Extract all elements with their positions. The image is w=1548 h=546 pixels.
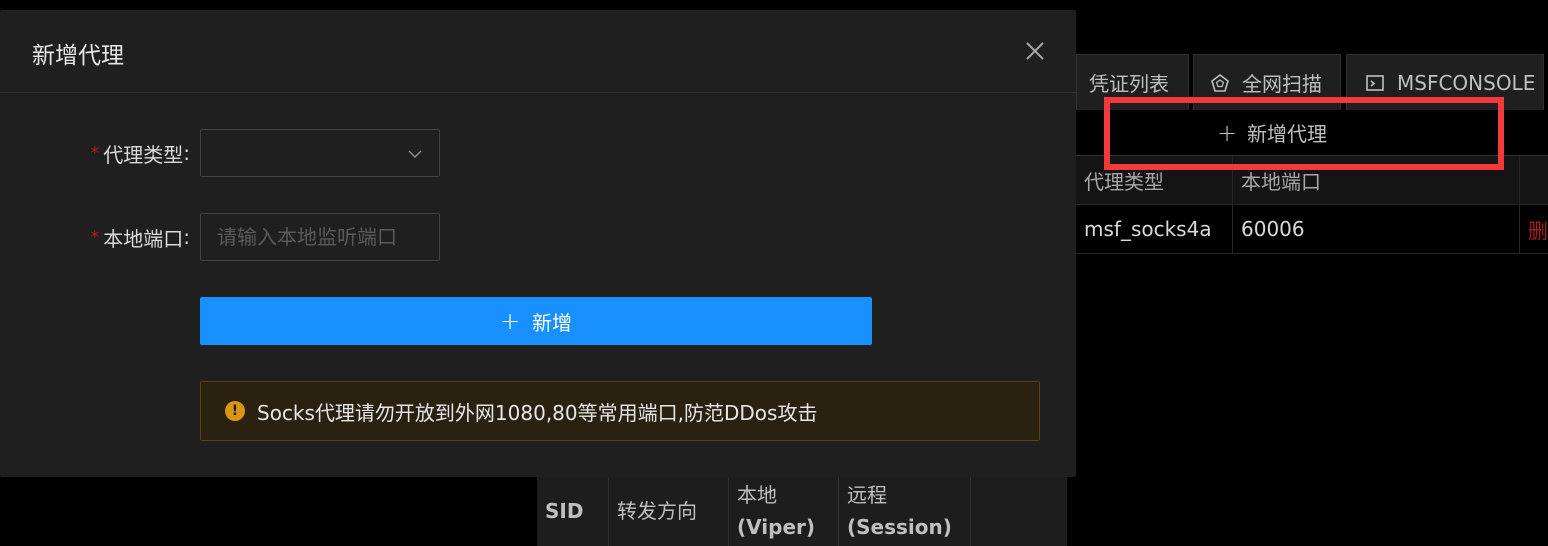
cell-local-port: 60006 [1233, 205, 1520, 253]
proxy-type-label: * 代理类型: [90, 141, 190, 167]
required-mark: * [90, 142, 100, 164]
tab-label: 凭证列表 [1089, 72, 1169, 96]
highlight-box [1104, 97, 1504, 170]
plus-icon: + [499, 307, 521, 335]
submit-add-button[interactable]: + 新增 [200, 297, 872, 345]
local-port-input[interactable] [200, 213, 440, 261]
chevron-down-icon [407, 146, 423, 166]
header-sid: SID [537, 476, 609, 546]
proxy-type-select[interactable] [200, 129, 440, 177]
required-mark: * [90, 226, 100, 248]
form-row-proxy-type: * 代理类型: [0, 129, 1076, 177]
proxy-table: 代理类型 本地端口 msf_socks4a 60006 删 [1076, 156, 1548, 254]
tab-label: MSFCONSOLE [1397, 70, 1536, 95]
table-row: msf_socks4a 60006 删 [1076, 205, 1548, 254]
tab-label: 全网扫描 [1242, 72, 1322, 96]
pentagon-icon [1210, 73, 1230, 93]
local-port-label: * 本地端口: [90, 225, 190, 251]
header-remote-session: 远程 (Session) [839, 476, 971, 546]
close-icon[interactable] [1022, 38, 1048, 64]
header-local-viper: 本地 (Viper) [729, 476, 839, 546]
modal-header: 新增代理 [0, 10, 1076, 93]
add-proxy-modal: 新增代理 * 代理类型: * 本地端口: + 新增 ! Socks代理请勿开放到… [0, 10, 1076, 477]
header-extra [971, 476, 1067, 546]
terminal-icon [1365, 73, 1385, 93]
cell-actions: 删 [1520, 205, 1548, 253]
forward-table-header: SID 转发方向 本地 (Viper) 远程 (Session) [537, 476, 1067, 546]
header-direction: 转发方向 [609, 476, 729, 546]
modal-title: 新增代理 [32, 43, 124, 69]
form-row-local-port: * 本地端口: [0, 213, 1076, 261]
warning-icon: ! [225, 401, 245, 421]
alert-message: Socks代理请勿开放到外网1080,80等常用端口,防范DDos攻击 [257, 400, 818, 425]
submit-label: 新增 [532, 310, 573, 335]
delete-link[interactable]: 删 [1528, 215, 1548, 244]
cell-proxy-type: msf_socks4a [1076, 205, 1233, 253]
warning-alert: ! Socks代理请勿开放到外网1080,80等常用端口,防范DDos攻击 [200, 381, 1040, 441]
header-actions [1520, 156, 1548, 204]
